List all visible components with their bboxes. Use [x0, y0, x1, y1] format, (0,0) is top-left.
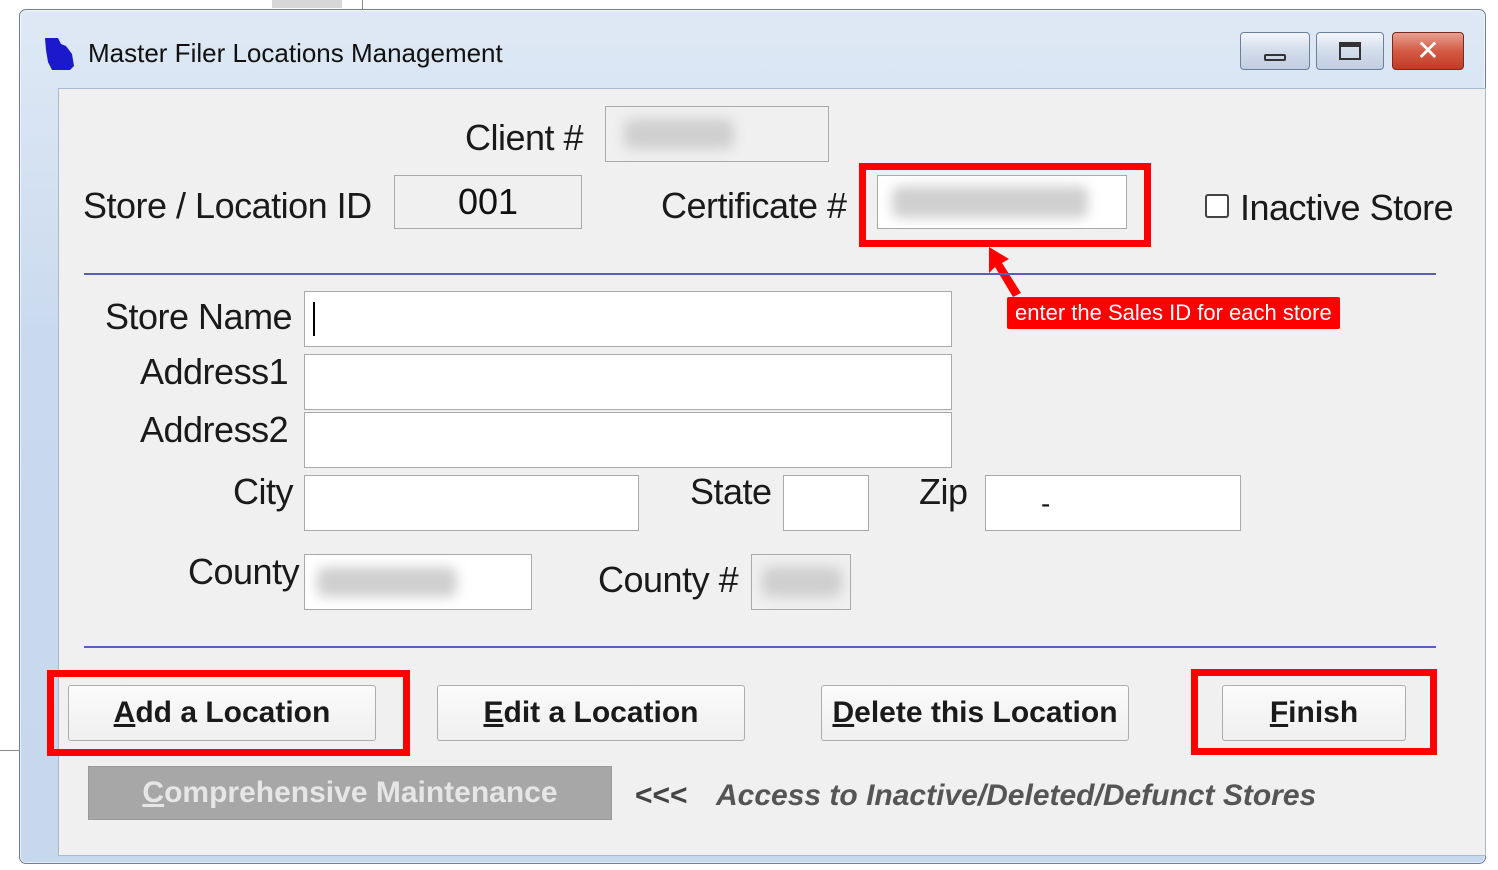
delete-location-access-key: D — [832, 696, 855, 729]
certificate-number-label: Certificate # — [661, 185, 847, 226]
delete-location-button[interactable]: Delete this Location — [821, 685, 1129, 741]
maximize-button[interactable] — [1316, 32, 1384, 70]
store-name-label: Store Name — [105, 296, 293, 337]
annotation-callout: enter the Sales ID for each store — [1007, 297, 1340, 329]
inactive-store-label: Inactive Store — [1240, 187, 1454, 228]
finish-highlight-box — [1191, 669, 1437, 755]
text-caret — [313, 302, 315, 336]
add-location-highlight-box — [47, 670, 410, 756]
state-label: State — [690, 471, 772, 512]
footer-arrows: <<< — [635, 779, 688, 812]
county-label: County — [188, 551, 300, 592]
app-icon — [45, 38, 74, 70]
comprehensive-maintenance-button[interactable]: Comprehensive Maintenance — [88, 766, 612, 820]
client-number-label: Client # — [465, 117, 584, 158]
client-number-field — [605, 106, 829, 162]
redacted-value — [624, 119, 734, 149]
edit-location-access-key: E — [483, 696, 504, 729]
comprehensive-label: omprehensive Maintenance — [164, 776, 558, 809]
city-input[interactable] — [304, 475, 639, 531]
background-strip — [272, 0, 342, 8]
delete-location-label: elete this Location — [854, 696, 1118, 729]
address1-input[interactable] — [304, 354, 952, 410]
state-input[interactable] — [783, 475, 869, 531]
address2-label: Address2 — [140, 409, 289, 450]
minimize-button[interactable] — [1240, 32, 1310, 70]
redacted-value — [762, 567, 842, 597]
close-icon: ✕ — [1416, 34, 1440, 67]
county-number-field — [751, 554, 851, 610]
store-location-id-field: 001 — [394, 175, 582, 229]
zip-input[interactable]: - — [985, 475, 1241, 531]
store-name-input[interactable] — [304, 291, 952, 347]
client-area: Client # Store / Location ID 001 Certifi… — [47, 88, 1486, 856]
window-title: Master Filer Locations Management — [88, 38, 503, 68]
certificate-highlight-box — [859, 163, 1151, 247]
master-filer-window: Master Filer Locations Management ✕ Clie… — [19, 9, 1486, 864]
footer-hint: Access to Inactive/Deleted/Defunct Store… — [716, 779, 1317, 812]
redacted-value — [317, 567, 457, 597]
edit-location-label: dit a Location — [503, 696, 699, 729]
comprehensive-access-key: C — [142, 776, 165, 809]
county-number-label: County # — [598, 559, 739, 600]
store-location-id-label: Store / Location ID — [83, 185, 372, 226]
inactive-store-checkbox[interactable] — [1205, 194, 1229, 218]
zip-label: Zip — [919, 471, 968, 512]
edit-location-button[interactable]: Edit a Location — [437, 685, 745, 741]
separator-bottom — [84, 646, 1436, 648]
maximize-icon — [1339, 42, 1361, 60]
address2-input[interactable] — [304, 412, 952, 468]
county-field — [304, 554, 532, 610]
close-button[interactable]: ✕ — [1392, 32, 1464, 70]
separator-top — [84, 273, 1436, 275]
minimize-icon — [1264, 53, 1286, 61]
address1-label: Address1 — [140, 351, 289, 392]
city-label: City — [233, 471, 294, 512]
